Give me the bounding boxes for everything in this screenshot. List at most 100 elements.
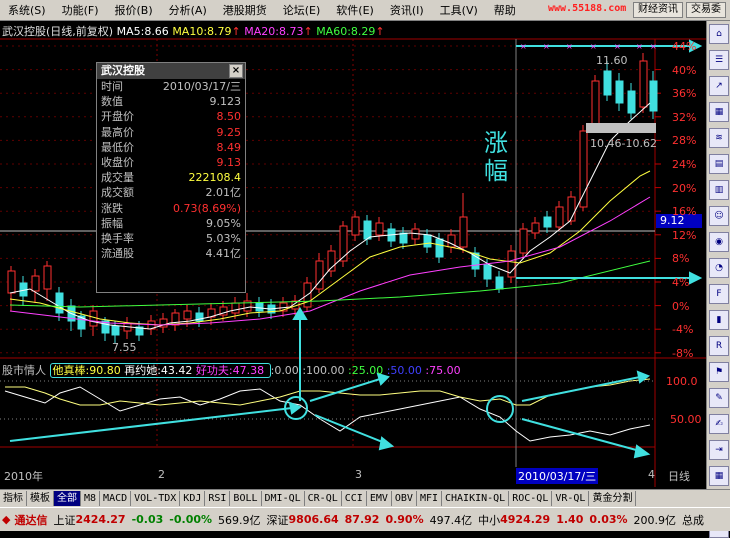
info-row: 最低价 8.49 <box>97 140 245 155</box>
indicator-tabs: 指标 模板 全部 M8 MACD VOL-TDX KDJ RSI BOLL DMI-QL CR-QL… <box>0 489 730 507</box>
chart-area[interactable]: × × × × × × × 武汉控股(日线,前复权) MA5:8.66 MA10:8.79… <box>0 21 706 487</box>
zhangfu-annotation: 涨幅 <box>484 129 508 185</box>
candle-body <box>555 206 564 228</box>
info-panel-header[interactable]: 武汉控股 × <box>97 63 245 79</box>
candle-body <box>339 225 348 262</box>
indicator-tab[interactable]: VR-QL <box>552 491 590 506</box>
indicator-tab[interactable]: CCI <box>342 491 367 506</box>
rsi-icon[interactable]: R <box>709 336 729 356</box>
indicator-tab[interactable]: 模板 <box>27 491 54 506</box>
info-value: 9.13 <box>216 155 242 169</box>
menu-info[interactable]: 资讯(I) <box>382 2 432 18</box>
exit-icon[interactable]: ⇥ <box>709 440 729 460</box>
candle-body <box>231 302 240 314</box>
price-axis-label: 32% <box>672 110 697 124</box>
indicator-tab[interactable]: M8 <box>81 491 101 506</box>
info-label: 最高价 <box>101 125 134 139</box>
tool-icon[interactable]: ✎ <box>709 388 729 408</box>
candle-body <box>171 312 180 326</box>
menu-hk-futures[interactable]: 港股期货 <box>215 2 275 18</box>
price-axis-label: 44% <box>672 40 697 53</box>
ma10-arrow-icon: ↑ <box>231 25 241 38</box>
indicator-tab[interactable]: RSI <box>205 491 231 506</box>
menu-help[interactable]: 帮助 <box>486 2 524 18</box>
trade-button[interactable]: 交易委 <box>686 2 726 18</box>
price-axis-label: 24% <box>672 158 697 171</box>
sz-change: 87.92 <box>344 513 380 526</box>
info-panel[interactable]: 武汉控股 × 时间 2010/03/17/三 数值 9.123 开盘价 8.50 最高价 9.… <box>96 62 246 293</box>
flag-icon[interactable]: ⚑ <box>709 362 729 382</box>
indicator-tab[interactable]: 指标 <box>0 491 27 506</box>
info-row: 时间 2010/03/17/三 <box>97 79 245 94</box>
zx-label[interactable]: 中小 <box>478 512 500 528</box>
table-icon[interactable]: ▥ <box>709 180 729 200</box>
home-icon[interactable]: ⌂ <box>709 24 729 44</box>
info-row: 振幅 9.05% <box>97 216 245 231</box>
info-rows: 时间 2010/03/17/三 数值 9.123 开盘价 8.50 最高价 9.25 最低价 8.… <box>97 79 245 261</box>
close-icon[interactable]: × <box>229 64 243 78</box>
globe-icon[interactable]: ◉ <box>709 232 729 252</box>
bar-icon[interactable]: ▮ <box>709 310 729 330</box>
ma10-label: MA10:8.79 <box>172 25 232 38</box>
sz-pct: 0.90% <box>385 513 424 526</box>
date-month4: 4 <box>648 468 655 481</box>
price-axis-label: 40% <box>672 63 697 77</box>
candle-body <box>43 265 52 290</box>
price-axis-label: 4% <box>672 276 690 289</box>
indicator-tab[interactable]: MACD <box>100 491 132 506</box>
info-value: 5.03% <box>206 231 241 245</box>
sh-value: 2424.27 <box>75 513 126 526</box>
right-toolbar: ⌂☰↗▦≋▤▥☺◉◔F▮R⚑✎✍⇥▦⇩⚭ <box>706 21 730 538</box>
indicator-tab[interactable]: KDJ <box>180 491 206 506</box>
indicator-tab[interactable]: OBV <box>392 491 417 506</box>
indicator-name: 股市情人 <box>2 364 46 377</box>
candle-body <box>615 80 624 104</box>
info-panel-title: 武汉控股 <box>101 64 145 77</box>
indicator-tab[interactable]: 全部 <box>54 491 81 506</box>
candle-body <box>375 222 384 236</box>
sh-label[interactable]: 上证 <box>53 512 75 528</box>
period-label[interactable]: 日线 <box>668 468 690 484</box>
indicator-tab[interactable]: CHAIKIN-QL <box>442 491 510 506</box>
indicator-values-box: 他真棒:90.80 再约她:43.42 好功夫:47.38 <box>49 363 271 378</box>
info-value: 2010/03/17/三 <box>162 80 241 93</box>
indicator-header: 股市情人 他真棒:90.80 再约她:43.42 好功夫:47.38 :0.00… <box>2 362 461 378</box>
list-icon[interactable]: ☰ <box>709 50 729 70</box>
menu-function[interactable]: 功能(F) <box>54 2 107 18</box>
indicator-tab[interactable]: ROC-QL <box>509 491 553 506</box>
indicator-lv2: :100.00 <box>302 364 345 377</box>
indicator-tab[interactable]: VOL-TDX <box>131 491 181 506</box>
sh-amount: 569.9亿 <box>218 513 261 527</box>
info-label: 涨跌 <box>101 201 123 215</box>
f10-icon[interactable]: F <box>709 284 729 304</box>
sz-label[interactable]: 深证 <box>267 512 289 528</box>
candle-body <box>627 90 636 114</box>
finance-news-button[interactable]: 财经资讯 <box>633 2 683 18</box>
indicator-tab[interactable]: 黄金分割 <box>589 491 637 506</box>
info-value: 2.01亿 <box>205 186 242 200</box>
sz-value: 9806.64 <box>288 513 339 526</box>
indicator-tab[interactable]: EMV <box>367 491 392 506</box>
indicator-tab[interactable]: BOLL <box>230 491 262 506</box>
candle-body <box>483 264 492 280</box>
indicator-tab[interactable]: CR-QL <box>305 491 342 506</box>
trend-icon[interactable]: ↗ <box>709 76 729 96</box>
gauge-icon[interactable]: ◔ <box>709 258 729 278</box>
pen-icon[interactable]: ✍ <box>709 414 729 434</box>
grid-icon[interactable]: ▦ <box>709 466 729 486</box>
menu-system[interactable]: 系统(S) <box>0 2 54 18</box>
people-icon[interactable]: ☺ <box>709 206 729 226</box>
lines-icon[interactable]: ≋ <box>709 128 729 148</box>
indicator-tab[interactable]: MFI <box>417 491 442 506</box>
info-value: 9.25 <box>216 125 242 139</box>
doc-icon[interactable]: ▤ <box>709 154 729 174</box>
menu-tools[interactable]: 工具(V) <box>432 2 486 18</box>
menu-analysis[interactable]: 分析(A) <box>161 2 215 18</box>
menu-forum[interactable]: 论坛(E) <box>275 2 329 18</box>
chart-icon[interactable]: ▦ <box>709 102 729 122</box>
menu-software[interactable]: 软件(E) <box>328 2 382 18</box>
menu-quote[interactable]: 报价(B) <box>107 2 161 18</box>
indicator-tab[interactable]: DMI-QL <box>262 491 305 506</box>
indicator-lv4: :50.00 <box>386 364 422 377</box>
info-value: 8.49 <box>216 140 242 154</box>
